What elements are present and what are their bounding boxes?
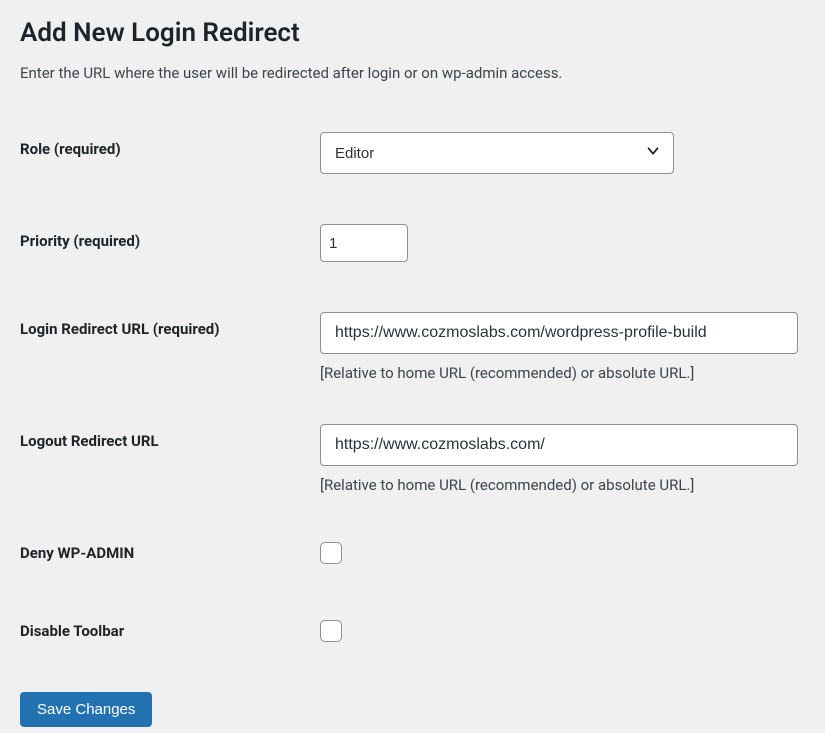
login-redirect-help: [Relative to home URL (recommended) or a…	[320, 364, 805, 382]
logout-redirect-label: Logout Redirect URL	[20, 424, 320, 450]
login-redirect-input[interactable]	[320, 312, 798, 354]
priority-label: Priority (required)	[20, 224, 320, 250]
disable-toolbar-checkbox[interactable]	[320, 620, 342, 642]
logout-redirect-help: [Relative to home URL (recommended) or a…	[320, 476, 805, 494]
page-description: Enter the URL where the user will be red…	[20, 64, 805, 82]
login-redirect-label: Login Redirect URL (required)	[20, 312, 320, 338]
role-label: Role (required)	[20, 132, 320, 158]
deny-wp-admin-checkbox[interactable]	[320, 542, 342, 564]
deny-wp-admin-label: Deny WP-ADMIN	[20, 536, 320, 562]
role-select[interactable]: Editor	[320, 132, 674, 174]
save-button[interactable]: Save Changes	[20, 692, 152, 727]
logout-redirect-input[interactable]	[320, 424, 798, 466]
page-title: Add New Login Redirect	[20, 18, 805, 48]
priority-input[interactable]	[320, 224, 408, 262]
disable-toolbar-label: Disable Toolbar	[20, 614, 320, 640]
